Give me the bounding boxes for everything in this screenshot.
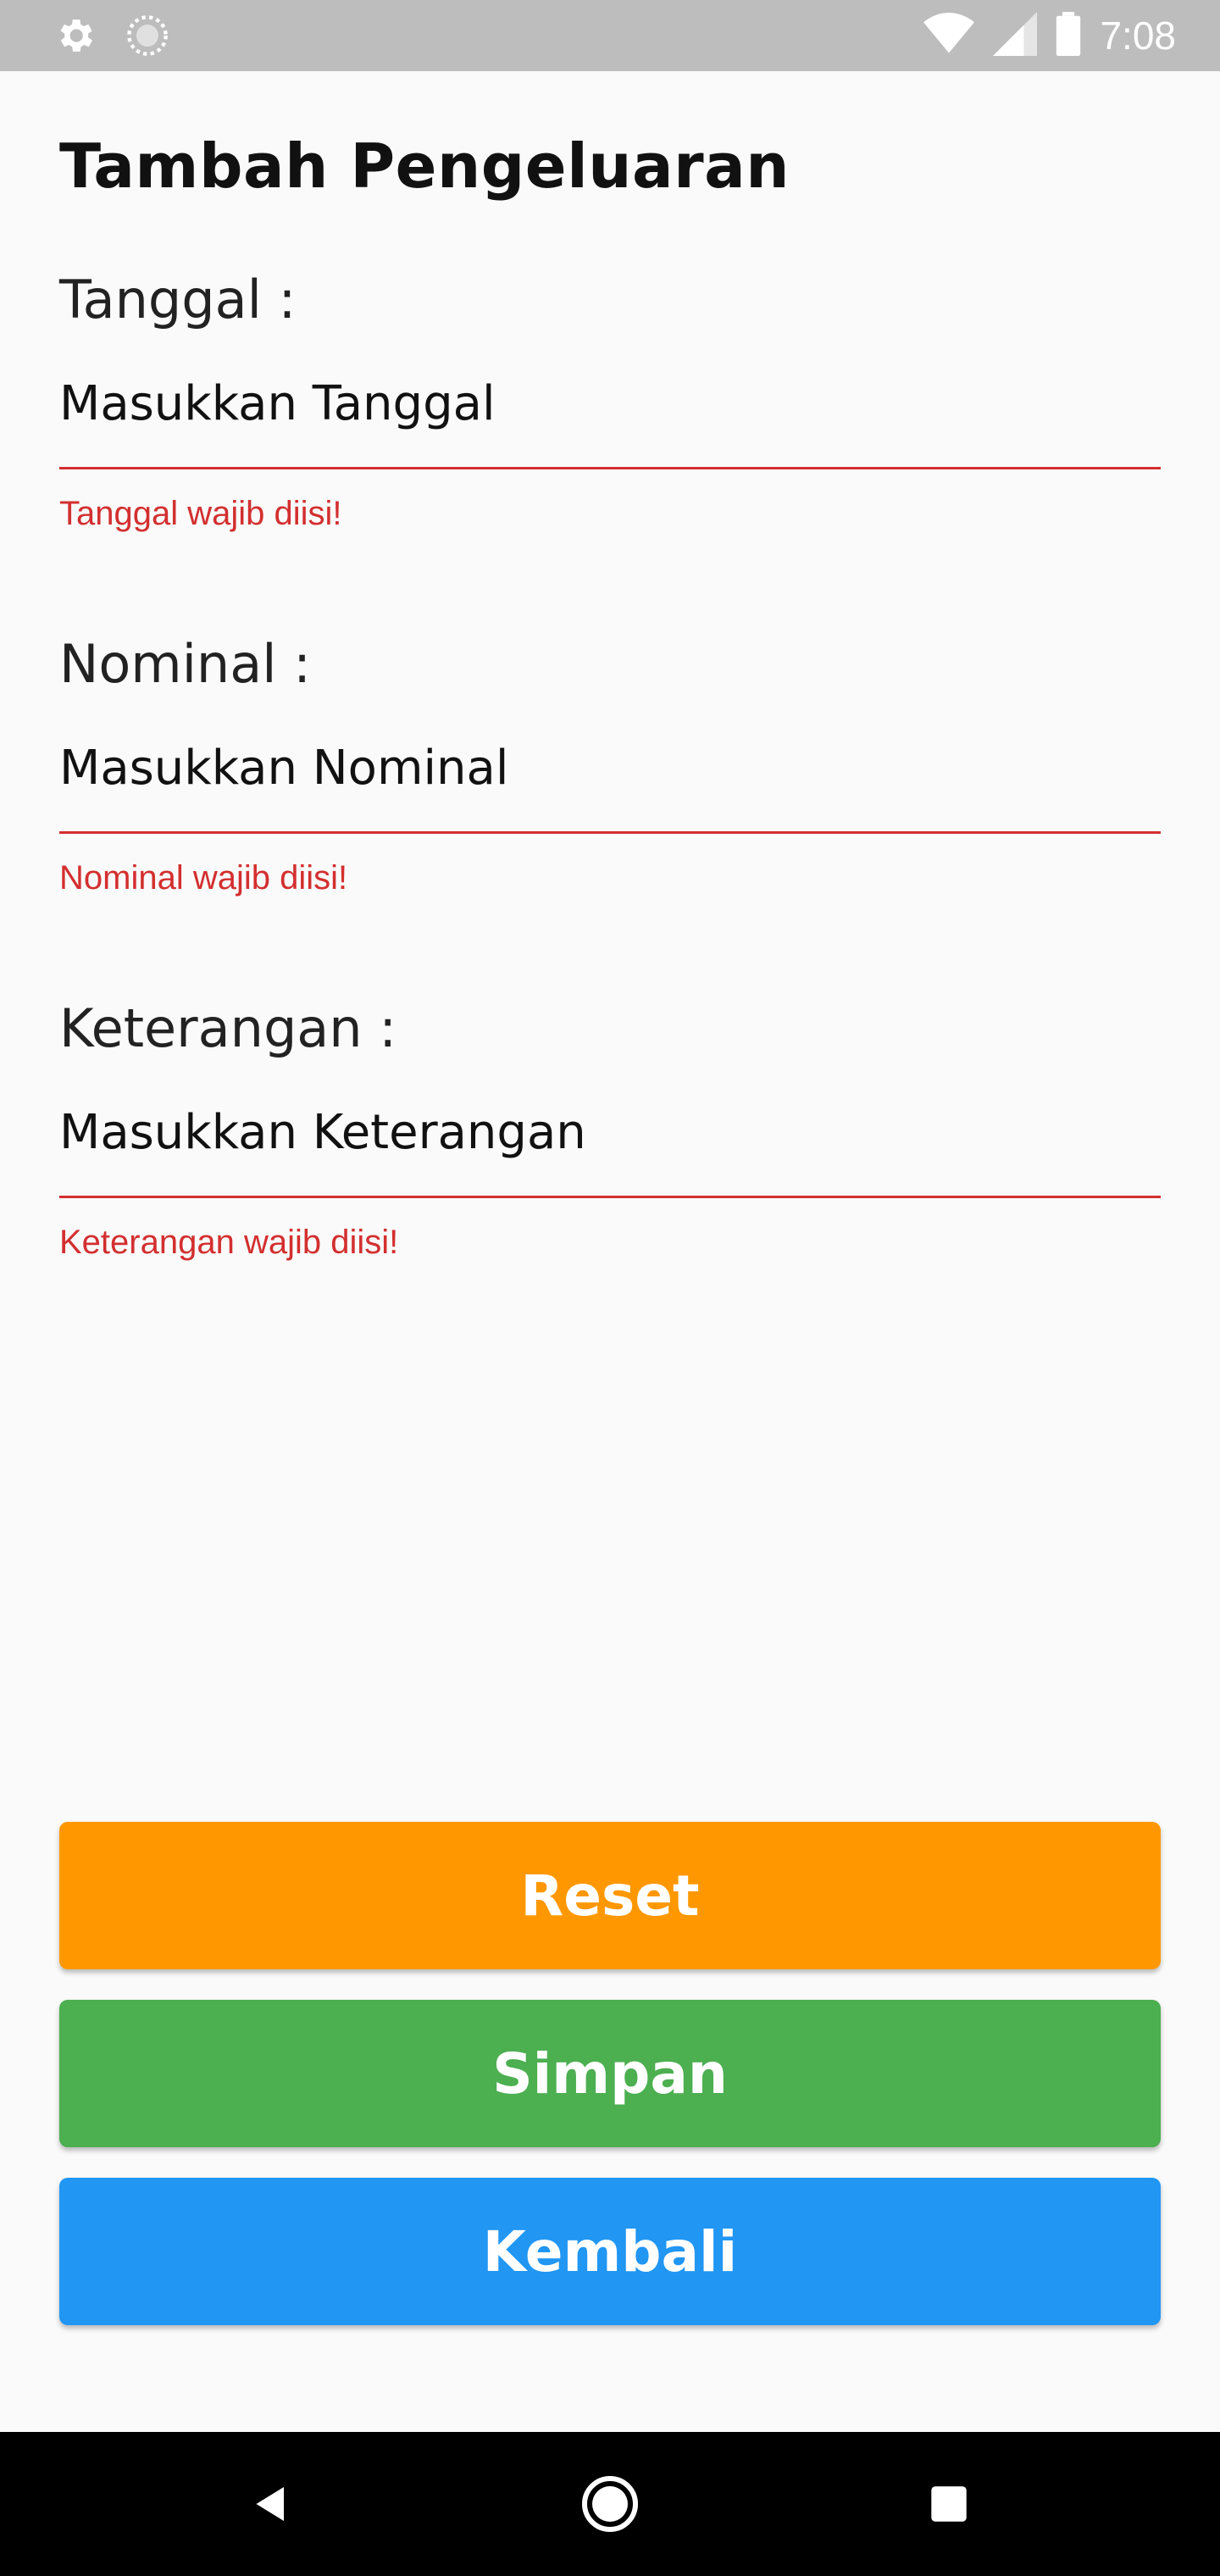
sync-icon xyxy=(125,14,169,61)
nominal-input[interactable]: Masukkan Nominal xyxy=(59,707,1161,834)
keterangan-label: Keterangan : xyxy=(59,997,397,1059)
field-nominal: Nominal : Masukkan Nominal Nominal wajib… xyxy=(59,630,1161,897)
keterangan-error: Keterangan wajib diisi! xyxy=(59,1224,399,1261)
tanggal-input[interactable]: Masukkan Tanggal xyxy=(59,342,1161,469)
kembali-button[interactable]: Kembali xyxy=(59,2178,1161,2325)
home-icon[interactable] xyxy=(576,2470,644,2538)
nominal-error: Nominal wajib diisi! xyxy=(59,859,348,897)
tanggal-placeholder: Masukkan Tanggal xyxy=(59,376,496,431)
navigation-bar xyxy=(0,2432,1220,2576)
status-bar: 7:08 xyxy=(0,0,1220,71)
screen: 7:08 Tambah Pengeluaran Tanggal : Masukk… xyxy=(0,0,1220,2576)
keterangan-input[interactable]: Masukkan Keterangan xyxy=(59,1071,1161,1198)
back-icon[interactable] xyxy=(237,2470,305,2538)
tanggal-error: Tanggal wajib diisi! xyxy=(59,495,342,532)
signal-icon xyxy=(993,12,1038,59)
nominal-label: Nominal : xyxy=(59,633,312,695)
page-title: Tambah Pengeluaran xyxy=(59,130,790,202)
battery-icon xyxy=(1056,12,1081,59)
tanggal-label: Tanggal : xyxy=(59,269,297,330)
field-tanggal: Tanggal : Masukkan Tanggal Tanggal wajib… xyxy=(59,266,1161,532)
recents-icon[interactable] xyxy=(915,2470,983,2538)
keterangan-placeholder: Masukkan Keterangan xyxy=(59,1105,586,1160)
wifi-icon xyxy=(923,12,975,59)
reset-button[interactable]: Reset xyxy=(59,1822,1161,1969)
nominal-placeholder: Masukkan Nominal xyxy=(59,741,509,796)
status-time: 7:08 xyxy=(1100,14,1176,58)
simpan-button[interactable]: Simpan xyxy=(59,2000,1161,2147)
settings-icon xyxy=(53,14,97,61)
field-keterangan: Keterangan : Masukkan Keterangan Keteran… xyxy=(59,995,1161,1261)
